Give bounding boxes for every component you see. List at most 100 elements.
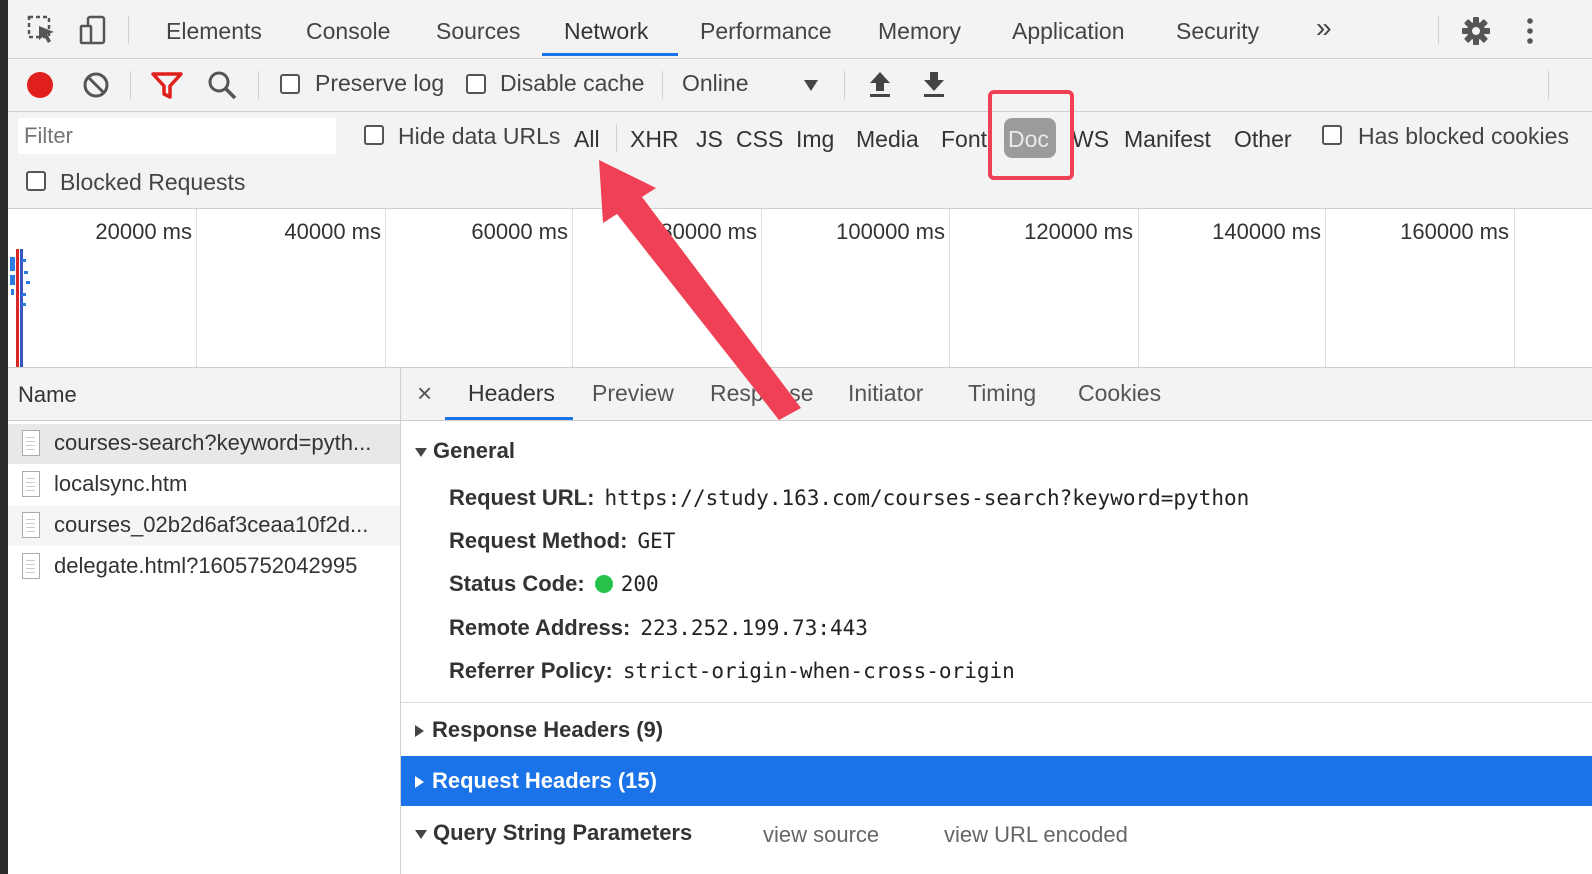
view-source-link[interactable]: view source: [763, 822, 879, 848]
close-details-icon[interactable]: ×: [417, 378, 432, 409]
dropdown-arrow-icon[interactable]: [802, 77, 820, 93]
active-tab-indicator: [445, 417, 573, 420]
request-method-value: GET: [637, 529, 676, 553]
timeline-gridline: [949, 209, 950, 367]
referrer-policy-value: strict-origin-when-cross-origin: [622, 659, 1015, 683]
filter-type-all[interactable]: All: [574, 126, 600, 153]
tab-elements[interactable]: Elements: [166, 18, 262, 45]
preserve-log-label: Preserve log: [315, 70, 445, 96]
request-headers-title: Request Headers (15): [432, 768, 657, 793]
disable-cache-label: Disable cache: [500, 70, 645, 96]
filter-type-manifest[interactable]: Manifest: [1124, 126, 1211, 153]
hide-data-urls-label: Hide data URLs: [398, 123, 561, 149]
filter-type-other[interactable]: Other: [1234, 126, 1292, 153]
divider: [616, 124, 617, 152]
tab-security[interactable]: Security: [1176, 18, 1259, 45]
tab-cookies[interactable]: Cookies: [1078, 380, 1161, 407]
timeline-request-bars: [10, 249, 30, 367]
tab-application[interactable]: Application: [1012, 18, 1125, 45]
timeline-tick-label: 160000 ms: [1400, 219, 1509, 244]
query-params-toggle[interactable]: Query String Parameters: [415, 820, 692, 846]
request-row[interactable]: delegate.html?1605752042995: [8, 547, 400, 587]
tab-performance[interactable]: Performance: [700, 18, 832, 45]
disable-cache-checkbox[interactable]: [466, 74, 486, 94]
filter-type-css[interactable]: CSS: [736, 126, 783, 153]
timeline-gridline: [761, 209, 762, 367]
filter-input[interactable]: [18, 118, 336, 154]
remote-address-value: 223.252.199.73:443: [640, 616, 868, 640]
general-section-title: General: [433, 438, 515, 463]
request-url-label: Request URL:: [449, 485, 595, 510]
query-params-title: Query String Parameters: [433, 820, 693, 845]
request-row[interactable]: localsync.htm: [8, 465, 400, 505]
preserve-log-checkbox[interactable]: [280, 74, 300, 94]
record-icon[interactable]: [24, 69, 56, 101]
response-headers-toggle[interactable]: Response Headers (9): [415, 717, 663, 743]
request-headers-toggle[interactable]: Request Headers (15): [401, 756, 1592, 806]
collapsed-triangle-icon: [415, 725, 424, 738]
document-icon: [22, 430, 40, 456]
request-headers-section: Request Headers (15): [415, 768, 657, 794]
import-har-icon[interactable]: [866, 69, 894, 99]
clear-icon[interactable]: [80, 69, 112, 101]
filter-type-media[interactable]: Media: [856, 126, 919, 153]
blocked-requests-checkbox[interactable]: [26, 171, 46, 191]
request-row[interactable]: courses_02b2d6af3ceaa10f2d...: [8, 506, 400, 546]
timeline-gridline: [1325, 209, 1326, 367]
tab-response[interactable]: Response: [710, 380, 814, 407]
name-column-header[interactable]: Name: [8, 368, 400, 421]
filter-type-js[interactable]: JS: [696, 126, 723, 153]
settings-gear-icon[interactable]: [1460, 15, 1492, 47]
has-blocked-cookies-checkbox[interactable]: [1322, 125, 1342, 145]
filter-type-ws[interactable]: WS: [1072, 126, 1109, 153]
has-blocked-cookies-label: Has blocked cookies: [1358, 123, 1569, 149]
annotation-highlight-box: [988, 90, 1074, 180]
tab-headers[interactable]: Headers: [468, 380, 555, 407]
network-toolbar: Preserve log Disable cache Online: [8, 59, 1592, 112]
status-code-label: Status Code:: [449, 571, 585, 596]
export-har-icon[interactable]: [920, 69, 948, 99]
timeline-gridline: [1514, 209, 1515, 367]
divider: [1438, 16, 1439, 44]
tab-timing[interactable]: Timing: [968, 380, 1036, 407]
request-row[interactable]: courses-search?keyword=pyth...: [8, 424, 400, 464]
section-divider: [401, 702, 1592, 703]
timeline-tick-label: 40000 ms: [284, 219, 381, 244]
tab-console[interactable]: Console: [306, 18, 390, 45]
tab-sources[interactable]: Sources: [436, 18, 520, 45]
filter-type-img[interactable]: Img: [796, 126, 834, 153]
filter-icon[interactable]: [150, 69, 184, 101]
name-column-label: Name: [18, 382, 77, 407]
timeline-tick-label: 100000 ms: [836, 219, 945, 244]
filter-type-font[interactable]: Font: [941, 126, 987, 153]
request-name: courses-search?keyword=pyth...: [54, 430, 372, 455]
expanded-triangle-icon: [415, 829, 427, 839]
timeline-overview[interactable]: 20000 ms 40000 ms 60000 ms 80000 ms 1000…: [8, 209, 1592, 368]
request-name: localsync.htm: [54, 471, 188, 496]
filter-type-xhr[interactable]: XHR: [630, 126, 679, 153]
timeline-tick-label: 140000 ms: [1212, 219, 1321, 244]
view-url-encoded-link[interactable]: view URL encoded: [944, 822, 1128, 848]
more-tabs-icon[interactable]: »: [1316, 12, 1332, 44]
request-url-value: https://study.163.com/courses-search?key…: [604, 486, 1250, 510]
device-toolbar-icon[interactable]: [78, 14, 110, 46]
hide-data-urls-checkbox[interactable]: [364, 125, 384, 145]
expanded-triangle-icon: [415, 447, 427, 457]
tab-memory[interactable]: Memory: [878, 18, 961, 45]
general-section-toggle[interactable]: General: [415, 438, 515, 464]
inspect-element-icon[interactable]: [26, 14, 58, 46]
timeline-gridline: [385, 209, 386, 367]
throttling-select[interactable]: Online: [682, 70, 748, 97]
divider: [662, 71, 663, 99]
referrer-policy-row: Referrer Policy: strict-origin-when-cross…: [449, 658, 1015, 684]
request-method-row: Request Method: GET: [449, 528, 675, 554]
blocked-requests-label: Blocked Requests: [60, 169, 246, 195]
tab-network[interactable]: Network: [564, 18, 648, 45]
tab-initiator[interactable]: Initiator: [848, 380, 923, 407]
document-icon: [22, 471, 40, 497]
search-icon[interactable]: [206, 69, 238, 101]
divider: [1548, 71, 1549, 99]
timeline-tick-label: 120000 ms: [1024, 219, 1133, 244]
tab-preview[interactable]: Preview: [592, 380, 674, 407]
more-options-icon[interactable]: [1516, 15, 1544, 47]
